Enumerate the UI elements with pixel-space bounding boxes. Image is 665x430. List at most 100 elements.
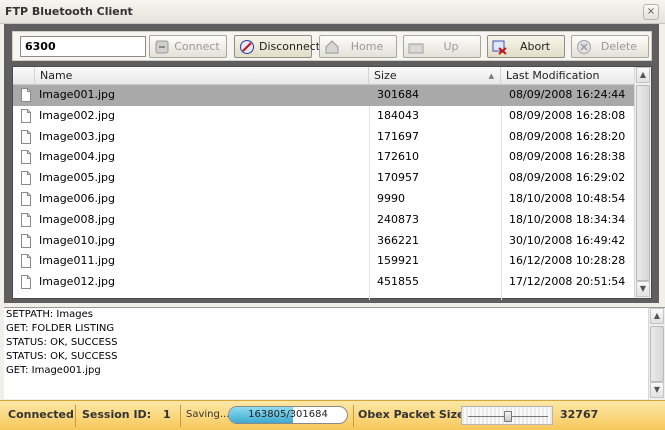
title-bar: FTP Bluetooth Client × [0,0,665,24]
status-bar: Connected Session ID: 1 Saving... 163805… [0,400,665,430]
log-line: SETPATH: Images [6,309,93,320]
port-input[interactable] [20,36,146,57]
packet-size-label: Obex Packet Size: [358,408,469,421]
file-modified: 08/09/2008 16:29:02 [509,171,626,185]
up-button[interactable]: Up [403,35,481,58]
log-scroll-thumb[interactable] [650,326,664,382]
file-name: Image010.jpg [39,233,115,247]
table-row[interactable]: Image005.jpg 170957 08/09/2008 16:29:02 [13,168,635,189]
toolbar: Connect Disconnect Home Up Abort [12,31,652,61]
table-row[interactable]: Image012.jpg 451855 17/12/2008 20:51:54 [13,272,635,293]
packet-size-slider[interactable] [461,406,553,425]
file-modified: 18/10/2008 18:34:34 [509,212,626,226]
file-name: Image001.jpg [39,88,115,101]
connect-button[interactable]: Connect [149,35,227,58]
packet-size-value: 32767 [560,408,599,421]
home-button[interactable]: Home [319,35,397,58]
file-modified: 16/12/2008 10:28:28 [509,254,626,268]
table-row[interactable]: Image010.jpg 366221 30/10/2008 16:49:42 [13,231,635,252]
session-id-label: Session ID: [82,408,152,421]
file-icon [21,88,31,102]
disconnect-button[interactable]: Disconnect [234,35,320,58]
file-size: 301684 [377,88,419,101]
file-modified: 08/09/2008 16:24:44 [509,88,626,101]
log-line: STATUS: OK, SUCCESS [6,337,118,348]
session-id-value: 1 [163,408,171,421]
home-icon [324,39,340,55]
file-list-header: Name Size ▲ Last Modification [13,67,635,85]
file-name: Image012.jpg [39,275,115,289]
file-size: 9990 [377,191,405,205]
header-name[interactable]: Name [35,67,369,85]
file-list-scrollbar[interactable]: ▲ ▼ [634,67,651,298]
header-size[interactable]: Size ▲ [369,67,501,85]
header-last-modification[interactable]: Last Modification [501,67,635,85]
table-row[interactable]: Image002.jpg 184043 08/09/2008 16:28:08 [13,106,635,127]
file-size: 240873 [377,212,419,226]
log-panel[interactable]: SETPATH: Images GET: FOLDER LISTING STATUS… [4,307,665,400]
delete-button[interactable]: Delete [571,35,649,58]
file-icon [21,212,31,227]
file-modified: 30/10/2008 16:49:42 [509,233,626,247]
connect-icon [154,39,170,55]
file-modified: 08/09/2008 16:28:20 [509,129,626,143]
table-row[interactable]: Image001.jpg 301684 08/09/2008 16:24:44 [13,85,635,106]
status-separator [180,405,181,427]
log-scroll-down-button[interactable]: ▼ [650,382,664,398]
log-line: STATUS: OK, SUCCESS [6,351,118,362]
file-name: Image006.jpg [39,191,115,205]
file-name: Image008.jpg [39,212,115,226]
file-icon [21,171,31,186]
transfer-progress-text: 163805/301684 [248,409,328,420]
file-name: Image011.jpg [39,254,115,268]
scroll-up-button[interactable]: ▲ [636,67,650,83]
table-row[interactable]: Image004.jpg 172610 08/09/2008 16:28:38 [13,147,635,168]
log-scrollbar[interactable]: ▲ ▼ [648,308,665,400]
file-size: 451855 [377,275,419,289]
status-separator [75,405,76,427]
file-size: 159921 [377,254,419,268]
log-scroll-up-button[interactable]: ▲ [650,308,664,324]
close-button[interactable]: × [643,4,659,20]
file-size: 171697 [377,129,419,143]
file-modified: 08/09/2008 16:28:38 [509,150,626,164]
file-icon [21,150,31,165]
file-name: Image005.jpg [39,171,115,185]
abort-button[interactable]: Abort [487,35,565,58]
log-lines: SETPATH: Images GET: FOLDER LISTING STATUS… [4,308,665,378]
file-modified: 17/12/2008 20:51:54 [509,275,626,289]
file-list[interactable]: Name Size ▲ Last Modification Image001.j… [12,66,652,300]
file-icon [21,129,31,144]
file-modified: 08/09/2008 16:28:08 [509,108,626,122]
file-icon [21,108,31,123]
header-icon-column[interactable] [13,67,35,85]
up-label: Up [443,40,459,53]
up-folder-icon [408,39,424,55]
table-row[interactable]: Image003.jpg 171697 08/09/2008 16:28:20 [13,127,635,148]
disconnect-icon [239,39,255,55]
scroll-down-button[interactable]: ▼ [636,281,650,297]
file-name: Image002.jpg [39,108,115,122]
file-icon [21,233,31,248]
delete-label: Delete [600,40,638,53]
connection-status: Connected [8,408,74,421]
file-rows: Image001.jpg 301684 08/09/2008 16:24:44 Ima… [13,85,635,293]
file-name: Image004.jpg [39,150,115,164]
delete-icon [576,39,592,55]
file-size: 184043 [377,108,419,122]
packet-size-slider-knob[interactable] [504,411,512,422]
window-title: FTP Bluetooth Client [5,5,133,18]
connect-label: Connect [174,40,220,53]
transfer-progress-bar: 163805/301684 [228,406,348,424]
abort-label: Abort [519,40,551,53]
scroll-thumb[interactable] [636,85,650,281]
table-row[interactable]: Image006.jpg 9990 18/10/2008 10:48:54 [13,189,635,210]
abort-icon [492,39,508,55]
main-panel: Connect Disconnect Home Up Abort [4,24,659,303]
table-row[interactable]: Image011.jpg 159921 16/12/2008 10:28:28 [13,251,635,272]
table-row[interactable]: Image008.jpg 240873 18/10/2008 18:34:34 [13,210,635,231]
log-line: GET: Image001.jpg [6,365,101,376]
file-icon [21,275,31,290]
sort-ascending-icon: ▲ [488,72,494,80]
file-name: Image003.jpg [39,129,115,143]
